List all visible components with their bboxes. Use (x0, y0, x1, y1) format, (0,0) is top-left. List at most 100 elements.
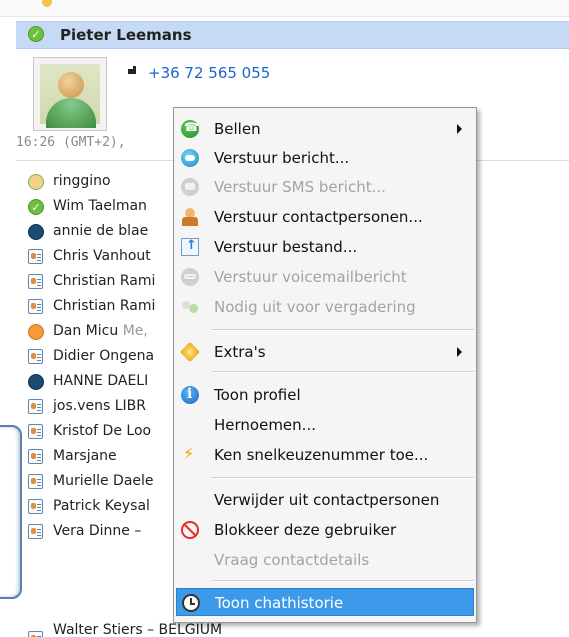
previous-row (0, 0, 569, 17)
menu-item-send-file[interactable]: Verstuur bestand... (176, 233, 474, 261)
local-time: 16:26 (GMT+2), (16, 135, 126, 150)
contact-card-icon (28, 299, 43, 314)
menu-item-label: Verstuur bestand... (214, 238, 358, 256)
phone-number-link[interactable]: +36 72 565 055 (148, 64, 270, 82)
list-item[interactable]: Christian Rami (28, 271, 188, 293)
side-panel-tab[interactable] (0, 425, 22, 599)
menu-item-show-profile[interactable]: Toon profiel (176, 381, 474, 409)
call-icon (181, 120, 199, 138)
contact-label: Marsjane (53, 448, 117, 464)
menu-item-label: Verstuur SMS bericht... (214, 178, 386, 196)
list-item[interactable]: Murielle Daele (28, 471, 188, 493)
list-item[interactable]: ✓ Wim Taelman (28, 196, 188, 218)
avatar[interactable] (33, 57, 107, 131)
history-icon (182, 594, 200, 612)
list-item[interactable]: Dan Micu Me, (28, 321, 188, 343)
menu-item-request-details: Vraag contactdetails (176, 546, 474, 574)
send-file-icon (181, 238, 199, 256)
invite-icon (181, 298, 199, 316)
list-item[interactable]: ringgino (28, 171, 188, 193)
menu-item-label: Ken snelkeuzenummer toe... (214, 446, 429, 464)
menu-item-label: Toon profiel (214, 386, 301, 404)
menu-item-call[interactable]: Bellen (176, 115, 474, 143)
menu-item-assign-speed-dial[interactable]: Ken snelkeuzenummer toe... (176, 441, 474, 469)
contact-card-icon (28, 249, 43, 264)
list-item[interactable]: jos.vens LIBR (28, 396, 188, 418)
menu-separator (212, 477, 474, 479)
contact-label: HANNE DAELI (53, 373, 149, 389)
sms-icon (181, 178, 199, 196)
contact-label: annie de blae (53, 223, 149, 239)
submenu-arrow-icon (457, 347, 462, 357)
menu-item-remove-contact[interactable]: Verwijder uit contactpersonen (176, 486, 474, 514)
away-status-icon (28, 324, 44, 340)
menu-item-label: Vraag contactdetails (214, 551, 370, 569)
list-item[interactable]: Vera Dinne – (28, 521, 188, 543)
contact-card-icon (28, 349, 43, 364)
contact-name: Dan Micu (53, 323, 119, 339)
context-menu: Bellen Verstuur bericht... Verstuur SMS … (173, 107, 477, 623)
menu-item-show-chat-history[interactable]: Toon chathistorie (176, 588, 474, 616)
menu-item-invite-meeting: Nodig uit voor vergadering (176, 293, 474, 321)
contact-label: Chris Vanhout (53, 248, 151, 264)
online-status-icon (28, 174, 44, 190)
info-icon (181, 386, 199, 404)
contact-label: jos.vens LIBR (53, 398, 146, 414)
list-item[interactable]: Marsjane (28, 446, 188, 468)
send-contacts-icon (181, 208, 199, 226)
contact-label: Vera Dinne – (53, 523, 142, 539)
online-status-icon: ✓ (28, 199, 44, 215)
contact-label: Dan Micu Me, (53, 323, 148, 339)
contact-label: Walter Stiers – BELGIUM (53, 622, 223, 637)
extras-icon (179, 341, 201, 363)
list-item[interactable]: Walter Stiers – BELGIUM (28, 622, 328, 637)
list-item[interactable]: Kristof De Loo (28, 421, 188, 443)
online-status-icon: ✓ (28, 26, 44, 42)
selected-contact-header[interactable]: ✓ Pieter Leemans (16, 21, 569, 49)
menu-item-block-user[interactable]: Blokkeer deze gebruiker (176, 516, 474, 544)
phone-icon (128, 66, 138, 76)
menu-separator (212, 580, 474, 582)
contact-card-icon (28, 399, 43, 414)
contact-card-icon (28, 499, 43, 514)
contact-card-icon (28, 274, 43, 289)
menu-item-label: Verstuur contactpersonen... (214, 208, 423, 226)
contact-card-icon (28, 424, 43, 439)
contact-label: Wim Taelman (53, 198, 147, 214)
menu-item-send-voicemail: Verstuur voicemailbericht (176, 263, 474, 291)
contact-card-icon (28, 631, 43, 637)
contact-label: Patrick Keysal (53, 498, 150, 514)
menu-item-label: Hernoemen... (214, 416, 316, 434)
menu-item-label: Toon chathistorie (215, 594, 344, 612)
list-item[interactable]: Christian Rami (28, 296, 188, 318)
message-icon (181, 149, 199, 167)
menu-item-send-message[interactable]: Verstuur bericht... (176, 144, 474, 172)
menu-item-extras[interactable]: Extra's (176, 338, 474, 366)
menu-item-rename[interactable]: Hernoemen... (176, 411, 474, 439)
contact-label: Kristof De Loo (53, 423, 152, 439)
skype-contact-window: ✓ Pieter Leemans +36 72 565 055 16:26 (G… (0, 0, 569, 637)
list-item[interactable]: Patrick Keysal (28, 496, 188, 518)
menu-item-label: Nodig uit voor vergadering (214, 298, 416, 316)
status-dot-icon (42, 0, 52, 7)
contact-card-icon (28, 474, 43, 489)
menu-item-send-sms: Verstuur SMS bericht... (176, 173, 474, 201)
menu-item-label: Extra's (214, 343, 266, 361)
voicemail-icon (181, 268, 199, 286)
skype-status-icon (28, 374, 44, 390)
contact-label: Murielle Daele (53, 473, 154, 489)
contact-card-icon (28, 524, 43, 539)
contact-name: Pieter Leemans (60, 26, 192, 44)
list-item[interactable]: HANNE DAELI (28, 371, 188, 393)
menu-separator (212, 329, 474, 331)
list-item[interactable]: Chris Vanhout (28, 246, 188, 268)
submenu-arrow-icon (457, 124, 462, 134)
menu-item-label: Blokkeer deze gebruiker (214, 521, 397, 539)
menu-item-label: Verstuur bericht... (214, 149, 350, 167)
list-item[interactable]: annie de blae (28, 221, 188, 243)
mood-message: Me, (122, 323, 148, 339)
skype-status-icon (28, 224, 44, 240)
speed-dial-icon (181, 444, 199, 464)
list-item[interactable]: Didier Ongena (28, 346, 188, 368)
menu-item-send-contacts[interactable]: Verstuur contactpersonen... (176, 203, 474, 231)
